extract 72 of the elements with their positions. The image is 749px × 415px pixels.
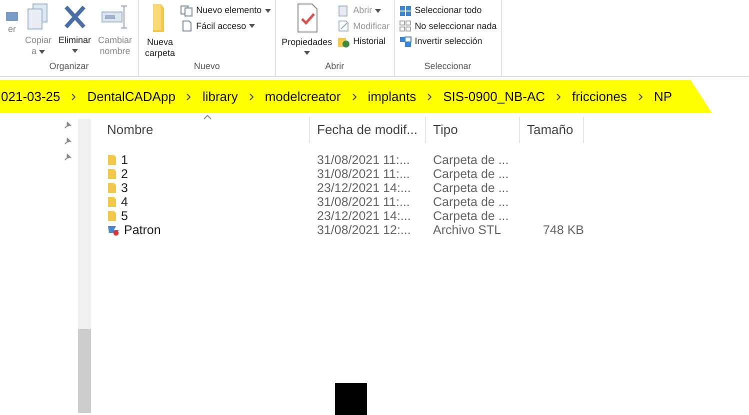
column-header[interactable]: Nombre bbox=[100, 117, 310, 143]
select-none-icon bbox=[398, 20, 412, 32]
folder-icon bbox=[107, 196, 118, 208]
edit-icon bbox=[337, 20, 350, 32]
pin-icon[interactable] bbox=[64, 153, 72, 161]
folder-icon bbox=[107, 154, 118, 166]
size-cell: 748 KB bbox=[542, 222, 584, 237]
chevron-icon bbox=[638, 92, 643, 100]
folder-icon bbox=[107, 168, 118, 180]
type-cell-text: Archivo STL bbox=[432, 222, 502, 237]
breadcrumb-link[interactable]: library bbox=[202, 86, 238, 106]
select-all-icon bbox=[398, 4, 412, 17]
ribbon-button[interactable]: Invertir selección bbox=[398, 35, 497, 48]
caret-icon bbox=[72, 49, 78, 53]
breadcrumb-link[interactable]: DentalCADApp bbox=[87, 86, 176, 106]
ribbon-button[interactable]: No seleccionar nada bbox=[398, 20, 497, 33]
breadcrumb-link[interactable]: SIS-0900_NB-AC bbox=[443, 86, 546, 106]
chevron-icon bbox=[248, 92, 254, 100]
invert-selection-icon bbox=[398, 36, 412, 48]
history-icon bbox=[337, 36, 350, 48]
type-cell-text: Carpeta de ... bbox=[432, 166, 509, 181]
breadcrumb-link[interactable]: modelcreator bbox=[264, 86, 341, 106]
chevron-icon bbox=[427, 92, 432, 100]
breadcrumb-link[interactable]: 021-03-25 bbox=[1, 86, 60, 106]
document-icon bbox=[180, 20, 194, 32]
caret-icon bbox=[264, 8, 271, 13]
clipboard-icon bbox=[6, 12, 18, 21]
date-cell-text: 23/12/2021 14:... bbox=[316, 180, 411, 195]
column-header[interactable]: Tipo bbox=[426, 117, 520, 143]
type-cell-text: Carpeta de ... bbox=[432, 180, 509, 195]
type-cell-text: Carpeta de ... bbox=[432, 208, 509, 223]
caret-icon bbox=[304, 51, 310, 55]
breadcrumb-link[interactable]: NP bbox=[654, 86, 672, 106]
breadcrumb-link[interactable]: implants bbox=[368, 86, 416, 106]
chevron-icon bbox=[352, 92, 357, 100]
ribbon-button[interactable]: Eliminar bbox=[56, 2, 94, 60]
ribbon-button[interactable]: Propiedades bbox=[280, 2, 334, 60]
group-label: Nuevo bbox=[192, 60, 221, 72]
date-cell-text: 31/08/2021 12:... bbox=[316, 222, 411, 237]
group-label: Abrir bbox=[324, 60, 346, 72]
date-cell-text: 31/08/2021 11:... bbox=[316, 194, 410, 209]
caret-icon bbox=[249, 24, 256, 28]
type-cell-text: Carpeta de ... bbox=[432, 152, 509, 167]
pin-icon[interactable] bbox=[64, 121, 72, 129]
date-cell-text: 31/08/2021 11:... bbox=[316, 152, 410, 167]
caret-icon bbox=[39, 50, 46, 54]
model-file-icon bbox=[107, 224, 121, 236]
open-icon bbox=[337, 4, 350, 17]
folder-icon bbox=[107, 182, 118, 194]
caret-icon bbox=[375, 8, 382, 13]
column-header[interactable]: Fecha de modif... bbox=[310, 117, 426, 143]
folder-icon bbox=[107, 210, 118, 222]
group-label: Organizar bbox=[48, 60, 90, 73]
type-cell-text: Carpeta de ... bbox=[432, 194, 509, 209]
ribbon-button[interactable]: Historial bbox=[337, 35, 390, 48]
pin-icon[interactable] bbox=[64, 137, 72, 145]
column-header[interactable]: Tamaño bbox=[520, 117, 584, 143]
scrollbar[interactable] bbox=[78, 119, 91, 413]
chevron-icon bbox=[186, 92, 192, 100]
new-item-icon bbox=[180, 4, 194, 17]
date-cell-text: 31/08/2021 11:... bbox=[316, 166, 410, 181]
ribbon-button[interactable]: Nuevo elemento bbox=[180, 4, 271, 18]
group-label: Seleccionar bbox=[423, 60, 472, 72]
ribbon-button[interactable]: Fácil acceso bbox=[180, 20, 271, 33]
redaction-block bbox=[335, 383, 367, 415]
chevron-icon bbox=[71, 92, 76, 100]
date-cell-text: 23/12/2021 14:... bbox=[316, 208, 411, 223]
ribbon-button[interactable]: Nueva carpeta bbox=[143, 2, 178, 60]
address-bar[interactable]: 021-03-25 DentalCADApp library modelcreator implants SIS-0900_NB-AC fricciones NP bbox=[0, 80, 712, 113]
ribbon-button[interactable]: Seleccionar todo bbox=[398, 4, 497, 18]
chevron-icon bbox=[556, 92, 562, 100]
breadcrumb-link[interactable]: fricciones bbox=[572, 86, 627, 106]
